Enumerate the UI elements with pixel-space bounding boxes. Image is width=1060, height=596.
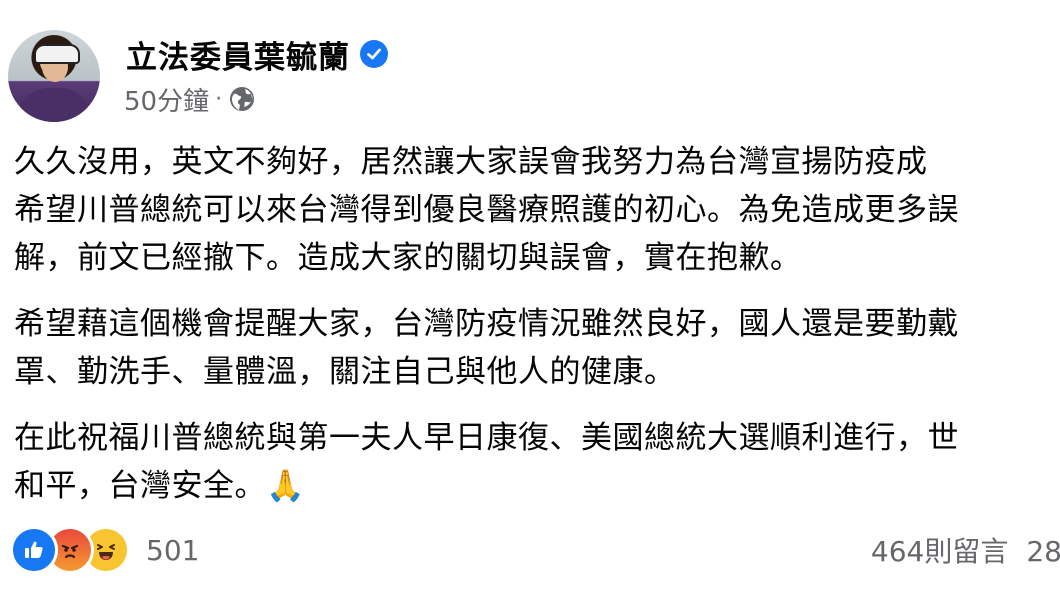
verified-check-icon xyxy=(360,40,388,68)
post-paragraph-2: 希望藉這個機會提醒大家，台灣防疫情況雖然良好，國人還是要勤戴 罩、勤洗手、量體溫… xyxy=(14,300,1060,396)
post-line: 希望藉這個機會提醒大家，台灣防疫情況雖然良好，國人還是要勤戴 xyxy=(14,306,959,342)
post-line: 久久沒用，英文不夠好，居然讓大家誤會我努力為台灣宣揚防疫成 xyxy=(14,144,928,180)
post-line: 和平，台灣安全。🙏 xyxy=(14,468,306,504)
meta-separator: · xyxy=(215,86,223,112)
post-line: 希望川普總統可以來台灣得到優良醫療照護的初心。為免造成更多誤 xyxy=(14,192,959,228)
globe-icon[interactable] xyxy=(228,85,256,113)
avatar[interactable] xyxy=(8,30,100,122)
comment-count[interactable]: 464則留言 xyxy=(871,535,1008,568)
post-line: 解，前文已經撤下。造成大家的關切與誤會，實在抱歉。 xyxy=(14,240,802,276)
reactions-summary[interactable]: 501 xyxy=(10,526,199,574)
author-name[interactable]: 立法委員葉毓蘭 xyxy=(126,32,350,77)
author-row: 立法委員葉毓蘭 xyxy=(126,32,388,77)
post-footer: 501 464則留言 28次 xyxy=(0,522,1060,578)
post-paragraph-3: 在此祝福川普總統與第一夫人早日康復、美國總統大選順利進行，世 和平，台灣安全。🙏 xyxy=(14,414,1060,510)
post-meta: 50分鐘 · xyxy=(124,81,256,118)
engagement-stats: 464則留言 28次 xyxy=(853,530,1060,570)
reaction-count[interactable]: 501 xyxy=(146,534,199,567)
post-timestamp[interactable]: 50分鐘 xyxy=(124,81,209,118)
post-line: 在此祝福川普總統與第一夫人早日康復、美國總統大選順利進行，世 xyxy=(14,420,959,456)
share-count[interactable]: 28次 xyxy=(1026,535,1060,568)
like-icon xyxy=(10,526,58,574)
post-header: 立法委員葉毓蘭 50分鐘 · xyxy=(0,0,1060,130)
post-body: 久久沒用，英文不夠好，居然讓大家誤會我努力為台灣宣揚防疫成 希望川普總統可以來台… xyxy=(14,138,1060,528)
post-line: 罩、勤洗手、量體溫，關注自己與他人的健康。 xyxy=(14,354,676,390)
post-paragraph-1: 久久沒用，英文不夠好，居然讓大家誤會我努力為台灣宣揚防疫成 希望川普總統可以來台… xyxy=(14,138,1060,282)
